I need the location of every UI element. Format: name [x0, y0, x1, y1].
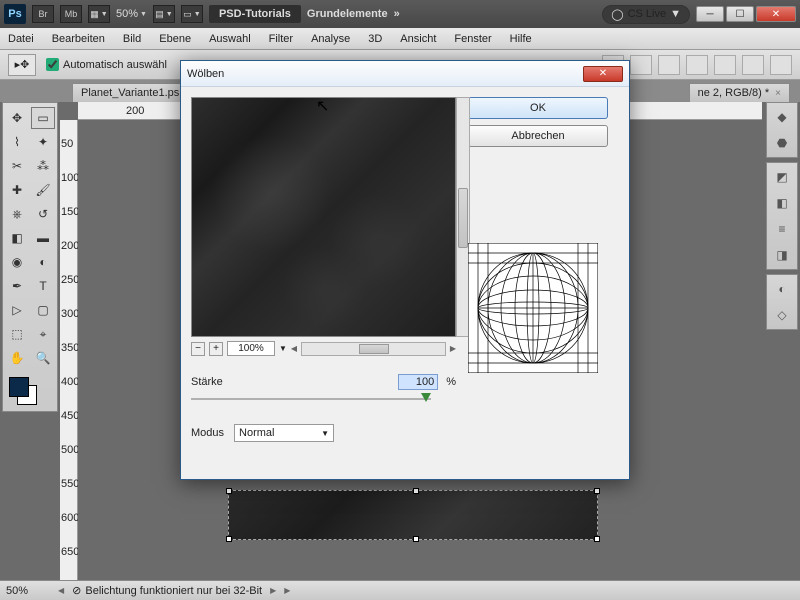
spherize-grid-preview: [468, 243, 598, 373]
chevron-right-icon[interactable]: ▶: [450, 344, 456, 353]
zoom-in-button[interactable]: +: [209, 342, 223, 356]
filter-preview[interactable]: [191, 97, 456, 337]
zoom-out-button[interactable]: −: [191, 342, 205, 356]
slider-thumb[interactable]: [421, 393, 431, 402]
ok-button[interactable]: OK: [468, 97, 608, 119]
chevron-down-icon[interactable]: ▼: [279, 344, 287, 353]
preview-horizontal-scrollbar[interactable]: [301, 342, 446, 356]
cancel-button[interactable]: Abbrechen: [468, 125, 608, 147]
chevron-left-icon[interactable]: ◀: [291, 344, 297, 353]
spherize-dialog: Wölben ✕ − + 100% ▼ ◀ ▶ Stärk: [180, 60, 630, 480]
dialog-titlebar[interactable]: Wölben ✕: [181, 61, 629, 87]
dialog-overlay: Wölben ✕ − + 100% ▼ ◀ ▶ Stärk: [0, 0, 800, 600]
strength-slider[interactable]: [191, 392, 431, 406]
strength-input[interactable]: [398, 374, 438, 390]
dialog-title: Wölben: [187, 68, 224, 80]
percent-label: %: [446, 376, 456, 388]
mode-dropdown[interactable]: Normal▼: [234, 424, 334, 442]
scrollbar-thumb[interactable]: [359, 344, 389, 354]
preview-zoom-field[interactable]: 100%: [227, 341, 275, 356]
strength-label: Stärke: [191, 376, 241, 388]
mode-label: Modus: [191, 427, 224, 439]
scrollbar-thumb[interactable]: [458, 188, 468, 248]
dialog-close-button[interactable]: ✕: [583, 66, 623, 82]
